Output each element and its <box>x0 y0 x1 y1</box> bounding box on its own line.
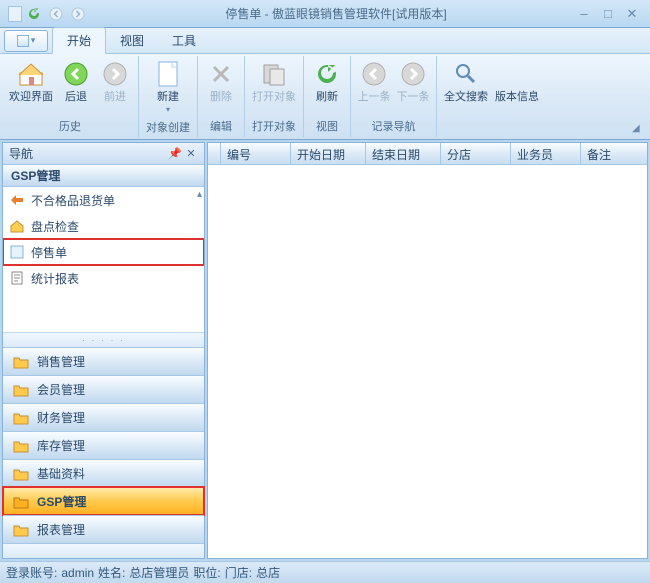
status-store-label: 门店: <box>225 564 252 581</box>
open-obj-icon <box>259 59 289 89</box>
refresh-icon <box>312 59 342 89</box>
home-icon <box>16 59 46 89</box>
status-name-value: 总店管理员 <box>129 564 189 581</box>
grid-col-startdate[interactable]: 开始日期 <box>291 143 366 164</box>
maximize-button[interactable]: □ <box>600 6 616 22</box>
ribbon-group-nav: 上一条 下一条 记录导航 <box>351 56 437 137</box>
nav-item-return[interactable]: 不合格品退货单 <box>3 187 204 213</box>
nav-panel: 导航 📌 ✕ GSP管理 不合格品退货单 盘点检查 停售单 统计报表 ▴ · ·… <box>2 142 205 559</box>
nav-cat-sales[interactable]: 销售管理 <box>3 347 204 375</box>
qat-refresh-button[interactable] <box>24 4 44 24</box>
tab-view[interactable]: 视图 <box>106 28 158 53</box>
prev-icon <box>359 59 389 89</box>
tab-start[interactable]: 开始 <box>52 27 106 54</box>
nav-cat-basic[interactable]: 基础资料 <box>3 459 204 487</box>
grid-col-enddate[interactable]: 结束日期 <box>366 143 441 164</box>
fulltext-search-button[interactable]: 全文搜索 <box>441 57 491 136</box>
nav-bottom-splitter[interactable] <box>3 543 204 558</box>
scroll-up-icon[interactable]: ▴ <box>197 189 202 200</box>
doc-icon <box>9 244 25 260</box>
app-orb-button[interactable]: ▾ <box>4 30 48 52</box>
ribbon-group-create: 新建▾ 对象创建 <box>139 56 198 137</box>
back-icon <box>61 59 91 89</box>
search-icon <box>451 59 481 89</box>
ribbon-group-view: 刷新 视图 <box>304 56 351 137</box>
nav-pin-button[interactable]: 📌 <box>168 147 182 161</box>
prev-record-button[interactable]: 上一条 <box>355 57 393 116</box>
ribbon-group-misc: 全文搜索 版本信息 ◢ <box>437 56 648 137</box>
window-title: 停售单 - 傲蓝眼镜销售管理软件[试用版本] <box>96 5 576 22</box>
status-account-label: 登录账号: <box>6 564 57 581</box>
window-controls: – □ ✕ <box>576 6 650 22</box>
title-bar: 停售单 - 傲蓝眼镜销售管理软件[试用版本] – □ ✕ <box>0 0 650 28</box>
next-icon <box>398 59 428 89</box>
back-button[interactable]: 后退 <box>57 57 95 116</box>
nav-cat-member[interactable]: 会员管理 <box>3 375 204 403</box>
nav-item-inventory[interactable]: 盘点检查 <box>3 213 204 239</box>
new-button[interactable]: 新建▾ <box>143 57 193 117</box>
tab-tools[interactable]: 工具 <box>158 28 210 53</box>
refresh-button[interactable]: 刷新 <box>308 57 346 116</box>
grid-col-branch[interactable]: 分店 <box>441 143 511 164</box>
workspace: 导航 📌 ✕ GSP管理 不合格品退货单 盘点检查 停售单 统计报表 ▴ · ·… <box>0 140 650 561</box>
return-icon <box>9 192 25 208</box>
forward-icon <box>100 59 130 89</box>
nav-section-header[interactable]: GSP管理 <box>3 165 204 187</box>
ribbon-expand-icon[interactable]: ◢ <box>632 123 644 135</box>
new-doc-icon <box>153 59 183 89</box>
forward-button[interactable]: 前进 <box>96 57 134 116</box>
nav-cat-reports[interactable]: 报表管理 <box>3 515 204 543</box>
report-icon <box>9 270 25 286</box>
grid-col-remark[interactable]: 备注 <box>581 143 647 164</box>
qat-prev-button[interactable] <box>46 4 66 24</box>
status-account-value: admin <box>61 566 94 580</box>
tab-strip: ▾ 开始 视图 工具 <box>0 28 650 54</box>
grid-header: 编号 开始日期 结束日期 分店 业务员 备注 <box>208 143 647 165</box>
status-name-label: 姓名: <box>98 564 125 581</box>
data-grid: 编号 开始日期 结束日期 分店 业务员 备注 <box>207 142 648 559</box>
nav-cat-gsp[interactable]: GSP管理 <box>3 487 204 515</box>
ribbon-group-history: 欢迎界面 后退 前进 历史 <box>2 56 139 137</box>
nav-item-stopsale[interactable]: 停售单 <box>3 239 204 265</box>
nav-item-report[interactable]: 统计报表 <box>3 265 204 291</box>
status-store-value: 总店 <box>256 564 280 581</box>
quick-access-toolbar <box>0 4 96 24</box>
minimize-button[interactable]: – <box>576 6 592 22</box>
delete-icon <box>206 59 236 89</box>
nav-close-button[interactable]: ✕ <box>184 147 198 161</box>
nav-cat-stock[interactable]: 库存管理 <box>3 431 204 459</box>
version-info-button[interactable]: 版本信息 <box>492 57 542 136</box>
nav-cat-finance[interactable]: 财务管理 <box>3 403 204 431</box>
nav-item-list: 不合格品退货单 盘点检查 停售单 统计报表 ▴ <box>3 187 204 332</box>
welcome-button[interactable]: 欢迎界面 <box>6 57 56 116</box>
nav-header: 导航 📌 ✕ <box>3 143 204 165</box>
grid-col-id[interactable]: 编号 <box>221 143 291 164</box>
close-button[interactable]: ✕ <box>624 6 640 22</box>
ribbon-group-open: 打开对象 打开对象 <box>245 56 304 137</box>
house-icon <box>9 218 25 234</box>
next-record-button[interactable]: 下一条 <box>394 57 432 116</box>
status-role-label: 职位: <box>193 564 220 581</box>
status-bar: 登录账号: admin 姓名: 总店管理员 职位: 门店: 总店 <box>0 561 650 583</box>
ribbon: 欢迎界面 后退 前进 历史 新建▾ 对象创建 删除 编辑 打开对象 打开对象 刷… <box>0 54 650 140</box>
qat-next-button[interactable] <box>68 4 88 24</box>
open-object-button[interactable]: 打开对象 <box>249 57 299 116</box>
nav-splitter[interactable]: · · · · · <box>3 332 204 347</box>
ribbon-group-edit: 删除 编辑 <box>198 56 245 137</box>
qat-dropdown[interactable] <box>8 6 22 22</box>
grid-col-staff[interactable]: 业务员 <box>511 143 581 164</box>
delete-button[interactable]: 删除 <box>202 57 240 116</box>
info-icon <box>502 59 532 89</box>
grid-selector-col[interactable] <box>208 143 221 164</box>
